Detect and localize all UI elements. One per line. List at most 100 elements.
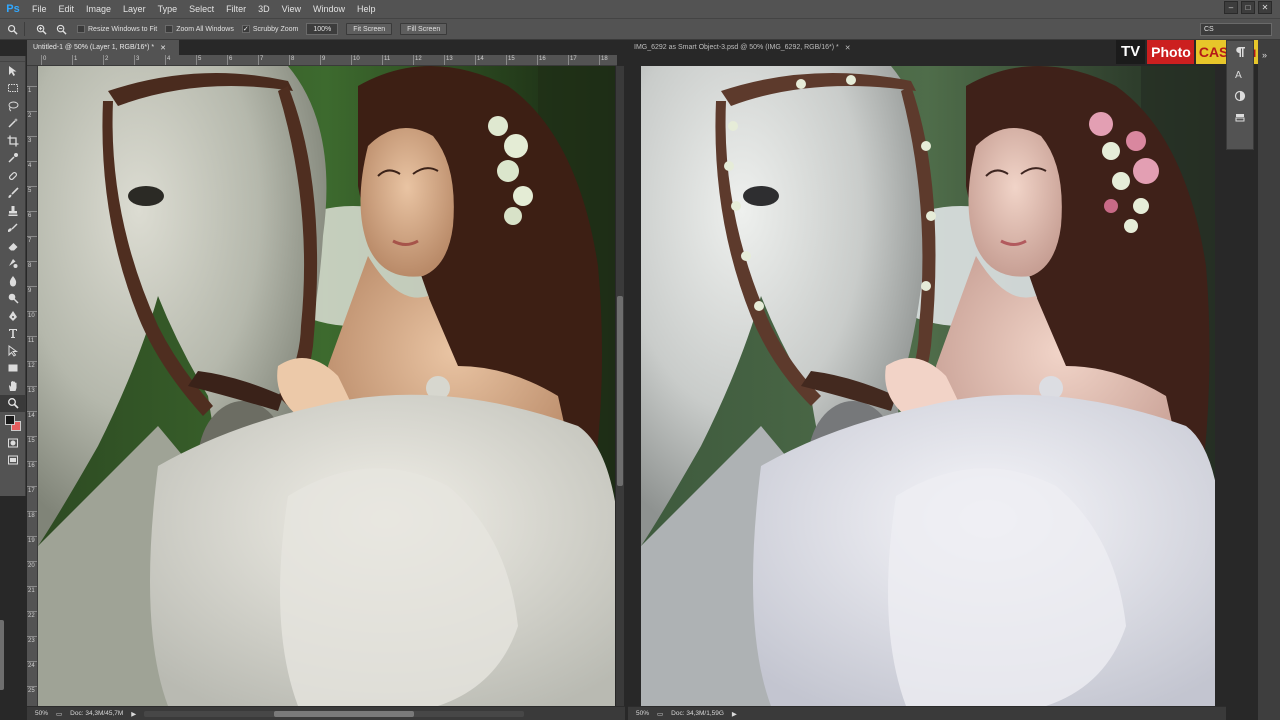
dodge-icon[interactable]	[0, 290, 26, 308]
scrubby-zoom-label: Scrubby Zoom	[252, 25, 299, 33]
ruler-label: 14	[27, 411, 37, 420]
zoom-level[interactable]: 50%	[35, 710, 48, 717]
document-window-left: Untitled-1 @ 50% (Layer 1, RGB/16*) * ✕ …	[27, 40, 626, 720]
quick-mask-icon[interactable]	[0, 434, 26, 452]
zoom-all-windows-checkbox[interactable]: Zoom All Windows	[165, 25, 234, 33]
ruler-label: 7	[27, 236, 37, 245]
ruler-label: 15	[506, 55, 515, 65]
menu-type[interactable]: Type	[152, 0, 184, 18]
zoom-out-icon[interactable]	[53, 21, 69, 37]
eyedropper-icon[interactable]	[0, 150, 26, 168]
resize-windows-checkbox[interactable]: Resize Windows to Fit	[77, 25, 157, 33]
blur-icon[interactable]	[0, 272, 26, 290]
ruler-label: 10	[27, 311, 37, 320]
ruler-label: 20	[27, 561, 37, 570]
ruler-label: 6	[27, 211, 37, 220]
magic-wand-icon[interactable]	[0, 115, 26, 133]
checkbox-box	[77, 25, 85, 33]
ruler-label: 12	[413, 55, 422, 65]
brush-icon[interactable]	[0, 185, 26, 203]
history-brush-icon[interactable]	[0, 220, 26, 238]
eraser-icon[interactable]	[0, 237, 26, 255]
status-icon: ▭	[56, 710, 63, 718]
collapse-arrow-icon[interactable]: »	[1262, 50, 1267, 60]
ruler-label: 18	[599, 55, 608, 65]
menu-edit[interactable]: Edit	[53, 0, 81, 18]
color-swatches[interactable]	[0, 412, 25, 434]
horizontal-scrollbar[interactable]	[144, 710, 525, 717]
menu-window[interactable]: Window	[307, 0, 351, 18]
checkmark-icon: ✓	[241, 25, 250, 33]
photo-canvas-retouched[interactable]	[641, 66, 1215, 706]
menu-file[interactable]: File	[26, 0, 53, 18]
tab-close-icon[interactable]: ✕	[845, 44, 851, 52]
maximize-button[interactable]: □	[1241, 1, 1255, 14]
ruler-label: 2	[27, 111, 37, 120]
status-menu-arrow-icon[interactable]: ▶	[732, 710, 737, 718]
divider	[24, 22, 25, 36]
move-icon[interactable]	[0, 62, 26, 80]
healing-brush-icon[interactable]	[0, 167, 26, 185]
watermark-tv: TV	[1116, 40, 1146, 64]
screen-mode-icon[interactable]	[0, 452, 26, 470]
gradient-icon[interactable]	[0, 255, 26, 273]
zoom-in-icon[interactable]	[33, 21, 49, 37]
layers-panel-icon[interactable]	[1227, 107, 1253, 129]
pen-icon[interactable]	[0, 307, 26, 325]
ruler-label: 14	[475, 55, 484, 65]
document-tab-active[interactable]: Untitled-1 @ 50% (Layer 1, RGB/16*) * ✕	[27, 40, 179, 55]
menu-filter[interactable]: Filter	[220, 0, 252, 18]
status-bar-right: 50% ▭ Doc: 34,3M/1,59G ▶	[628, 706, 1226, 720]
type-icon[interactable]	[0, 325, 26, 343]
ruler-label: 12	[27, 361, 37, 370]
crop-icon[interactable]	[0, 132, 26, 150]
ruler-label: 25	[27, 686, 37, 695]
watermark-photo: Photo	[1147, 40, 1194, 64]
document-tab-title: IMG_6292 as Smart Object-3.psd @ 50% (IM…	[634, 44, 839, 51]
document-tab-inactive[interactable]: IMG_6292 as Smart Object-3.psd @ 50% (IM…	[628, 40, 868, 55]
hand-icon[interactable]	[0, 377, 26, 395]
ruler-label: 3	[134, 55, 139, 65]
ruler-label: 16	[537, 55, 546, 65]
photoshop-logo: Ps	[6, 3, 20, 15]
adjustments-panel-icon[interactable]	[1227, 85, 1253, 107]
marquee-icon[interactable]	[0, 80, 26, 98]
ruler-label: 15	[27, 436, 37, 445]
photo-canvas-original[interactable]	[38, 66, 615, 706]
menu-image[interactable]: Image	[80, 0, 117, 18]
character-panel-icon[interactable]: A	[1227, 63, 1253, 85]
vertical-scrollbar[interactable]	[616, 66, 624, 706]
scrollbar-thumb[interactable]	[617, 296, 623, 486]
path-selection-icon[interactable]	[0, 342, 26, 360]
zoom-icon[interactable]	[0, 394, 26, 412]
workspace-select[interactable]: CS	[1200, 23, 1272, 36]
zoom-percent-field[interactable]: 100%	[306, 23, 339, 35]
menu-layer[interactable]: Layer	[117, 0, 152, 18]
ruler-label: 9	[320, 55, 325, 65]
menu-view[interactable]: View	[276, 0, 307, 18]
ruler-label: 19	[27, 536, 37, 545]
lasso-icon[interactable]	[0, 97, 26, 115]
ruler-label: 1	[72, 55, 77, 65]
minimize-button[interactable]: –	[1224, 1, 1238, 14]
fill-screen-button[interactable]: Fill Screen	[400, 23, 448, 35]
resize-windows-label: Resize Windows to Fit	[88, 25, 158, 33]
zoom-tool-preset-icon[interactable]	[4, 21, 20, 37]
scrubby-zoom-checkbox[interactable]: ✓ Scrubby Zoom	[241, 25, 299, 33]
ruler-label: 22	[27, 611, 37, 620]
foreground-color-swatch[interactable]	[5, 415, 15, 425]
tab-close-icon[interactable]: ✕	[160, 44, 166, 52]
scrollbar-thumb[interactable]	[274, 710, 415, 717]
close-button[interactable]: ✕	[1258, 1, 1272, 14]
menu-select[interactable]: Select	[183, 0, 220, 18]
ruler-label: 24	[27, 661, 37, 670]
status-menu-arrow-icon[interactable]: ▶	[131, 710, 136, 718]
shape-icon[interactable]	[0, 360, 26, 378]
zoom-level[interactable]: 50%	[636, 710, 649, 717]
menu-help[interactable]: Help	[351, 0, 382, 18]
clone-stamp-icon[interactable]	[0, 202, 26, 220]
paragraph-panel-icon[interactable]	[1227, 41, 1253, 63]
fit-screen-button[interactable]: Fit Screen	[346, 23, 393, 35]
ruler-label: 17	[568, 55, 577, 65]
menu-3d[interactable]: 3D	[252, 0, 276, 18]
